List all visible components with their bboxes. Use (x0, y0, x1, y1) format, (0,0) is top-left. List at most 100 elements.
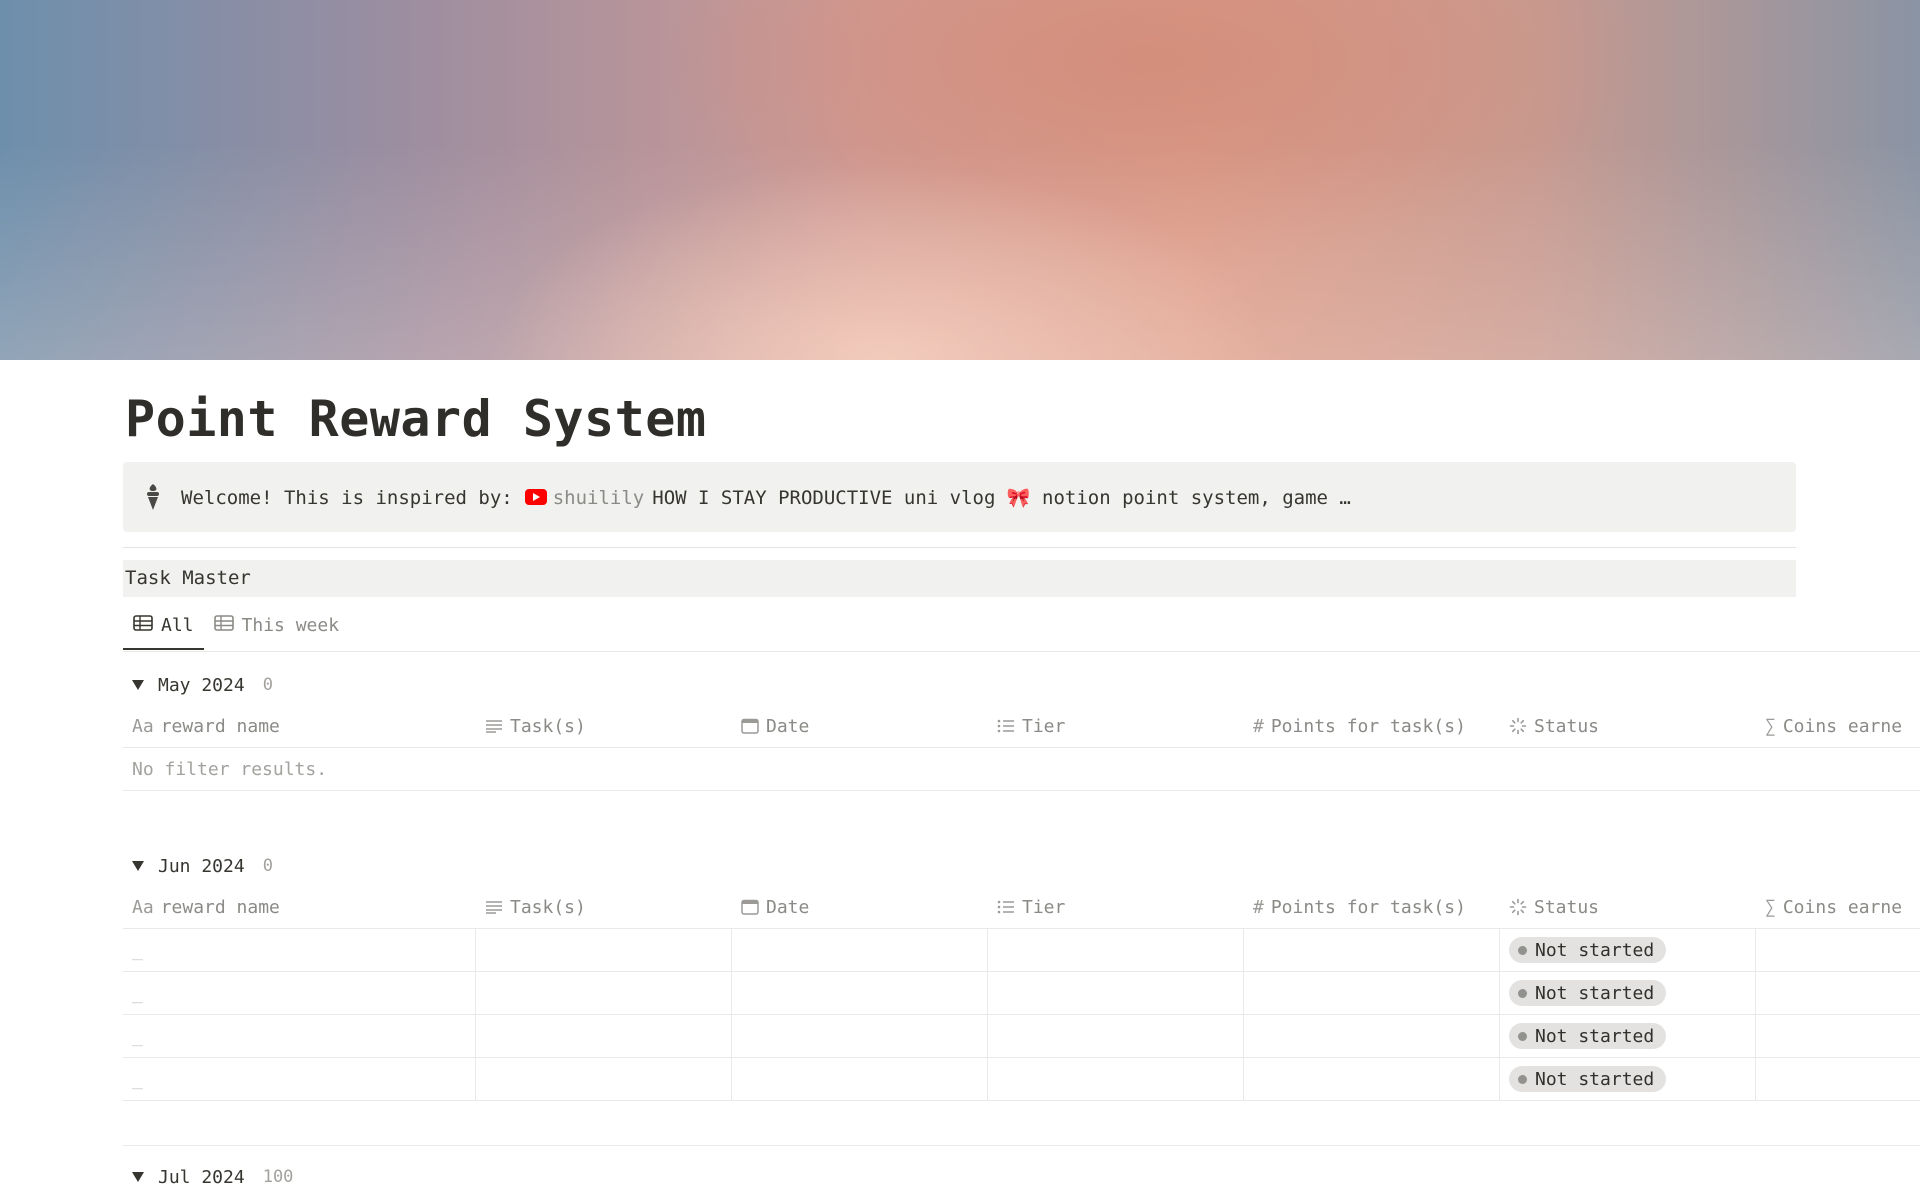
column-header-status[interactable]: Status (1500, 705, 1756, 747)
column-header-coins[interactable]: ∑ Coins earne (1756, 886, 1920, 928)
status-label: Not started (1535, 1025, 1655, 1047)
database-title[interactable]: Task Master (123, 560, 1796, 597)
ice-cream-icon (143, 483, 163, 511)
column-label: Points for task(s) (1270, 896, 1466, 918)
caret-down-icon[interactable] (132, 1172, 144, 1182)
tier-cell[interactable] (988, 929, 1244, 971)
reward-name-cell[interactable]: _ (123, 1015, 476, 1057)
group-jul-2024: Jul 2024 100 (123, 1157, 1920, 1197)
column-header-reward-name[interactable]: Aa reward name (123, 705, 476, 747)
text-lines-icon (485, 900, 503, 914)
date-cell[interactable] (732, 972, 988, 1014)
tab-all-label: All (161, 614, 194, 636)
status-label: Not started (1535, 1068, 1655, 1090)
date-cell[interactable] (732, 929, 988, 971)
table-row[interactable]: _ Not started (123, 1058, 1920, 1101)
column-header-points[interactable]: # Points for task(s) (1244, 705, 1500, 747)
tasks-cell[interactable] (476, 929, 732, 971)
status-badge[interactable]: Not started (1509, 937, 1667, 963)
list-icon (997, 900, 1015, 914)
column-header-date[interactable]: Date (732, 886, 988, 928)
group-separator (123, 1145, 1920, 1146)
caret-down-icon[interactable] (132, 861, 144, 871)
column-header-points[interactable]: # Points for task(s) (1244, 886, 1500, 928)
column-header-reward-name[interactable]: Aa reward name (123, 886, 476, 928)
column-label: Coins earne (1782, 715, 1903, 737)
calendar-icon (741, 899, 759, 915)
group-count: 0 (262, 856, 273, 876)
tasks-cell[interactable] (476, 1015, 732, 1057)
text-lines-icon (485, 719, 503, 733)
column-header-tier[interactable]: Tier (988, 705, 1244, 747)
group-name: May 2024 (158, 674, 245, 696)
points-cell[interactable] (1244, 1015, 1500, 1057)
column-header-date[interactable]: Date (732, 705, 988, 747)
coins-cell[interactable] (1756, 972, 1920, 1014)
column-header-tasks[interactable]: Task(s) (476, 705, 732, 747)
title-property-icon: Aa (132, 715, 154, 737)
table-row[interactable]: _ Not started (123, 972, 1920, 1015)
column-label: Status (1534, 896, 1600, 918)
video-title: HOW I STAY PRODUCTIVE uni vlog (652, 486, 996, 509)
coins-cell[interactable] (1756, 1058, 1920, 1100)
column-label: Date (766, 715, 810, 737)
table-row[interactable]: _ Not started (123, 1015, 1920, 1058)
reward-name-cell[interactable]: _ (123, 929, 476, 971)
group-count: 100 (262, 1167, 294, 1187)
tab-this-week[interactable]: This week (204, 602, 350, 648)
column-label: Coins earne (1782, 896, 1903, 918)
tasks-cell[interactable] (476, 972, 732, 1014)
coins-cell[interactable] (1756, 1015, 1920, 1057)
status-cell[interactable]: Not started (1500, 1015, 1756, 1057)
formula-property-icon: ∑ (1765, 715, 1776, 737)
status-label: Not started (1535, 982, 1655, 1004)
date-cell[interactable] (732, 1015, 988, 1057)
tier-cell[interactable] (988, 1058, 1244, 1100)
group-may-2024: May 2024 0 Aa reward name Task(s) Date Ti… (123, 665, 1920, 791)
points-cell[interactable] (1244, 972, 1500, 1014)
caret-down-icon[interactable] (132, 680, 144, 690)
status-cell[interactable]: Not started (1500, 1058, 1756, 1100)
column-label: Status (1534, 715, 1600, 737)
youtube-channel-link[interactable]: shuilily (553, 487, 645, 509)
status-badge[interactable]: Not started (1509, 980, 1667, 1006)
group-count: 0 (262, 675, 273, 695)
column-label: Date (766, 896, 810, 918)
empty-results-message: No filter results. (123, 748, 1920, 791)
group-jun-2024: Jun 2024 0 Aa reward name Task(s) Date Ti… (123, 846, 1920, 1101)
status-cell[interactable]: Not started (1500, 972, 1756, 1014)
column-header-tasks[interactable]: Task(s) (476, 886, 732, 928)
date-cell[interactable] (732, 1058, 988, 1100)
page-title: Point Reward System (125, 390, 707, 448)
callout-text: Welcome! This is inspired by: shuilily HOW… (181, 486, 1351, 509)
status-badge[interactable]: Not started (1509, 1023, 1667, 1049)
tab-all[interactable]: All (123, 602, 204, 650)
status-cell[interactable]: Not started (1500, 929, 1756, 971)
tasks-cell[interactable] (476, 1058, 732, 1100)
points-cell[interactable] (1244, 1058, 1500, 1100)
column-label: Tier (1022, 715, 1066, 737)
group-header[interactable]: Jul 2024 100 (123, 1157, 1920, 1197)
reward-name-cell[interactable]: _ (123, 1058, 476, 1100)
youtube-icon (524, 488, 547, 505)
callout-intro: Welcome! This is inspired by: (181, 486, 513, 509)
tier-cell[interactable] (988, 1015, 1244, 1057)
column-header-status[interactable]: Status (1500, 886, 1756, 928)
table-icon (133, 614, 153, 636)
title-property-icon: Aa (132, 896, 154, 918)
group-header[interactable]: Jun 2024 0 (123, 846, 1920, 886)
tier-cell[interactable] (988, 972, 1244, 1014)
column-header-coins[interactable]: ∑ Coins earne (1756, 705, 1920, 747)
coins-cell[interactable] (1756, 929, 1920, 971)
bow-emoji: 🎀 (1006, 486, 1031, 509)
status-spinner-icon (1509, 898, 1527, 916)
group-header[interactable]: May 2024 0 (123, 665, 1920, 705)
status-spinner-icon (1509, 717, 1527, 735)
youtube-video-link[interactable]: HOW I STAY PRODUCTIVE uni vlog 🎀 notion … (652, 487, 1351, 509)
table-row[interactable]: _ Not started (123, 929, 1920, 972)
points-cell[interactable] (1244, 929, 1500, 971)
database-view-tabs: All This week (123, 602, 349, 650)
status-badge[interactable]: Not started (1509, 1066, 1667, 1092)
reward-name-cell[interactable]: _ (123, 972, 476, 1014)
column-header-tier[interactable]: Tier (988, 886, 1244, 928)
